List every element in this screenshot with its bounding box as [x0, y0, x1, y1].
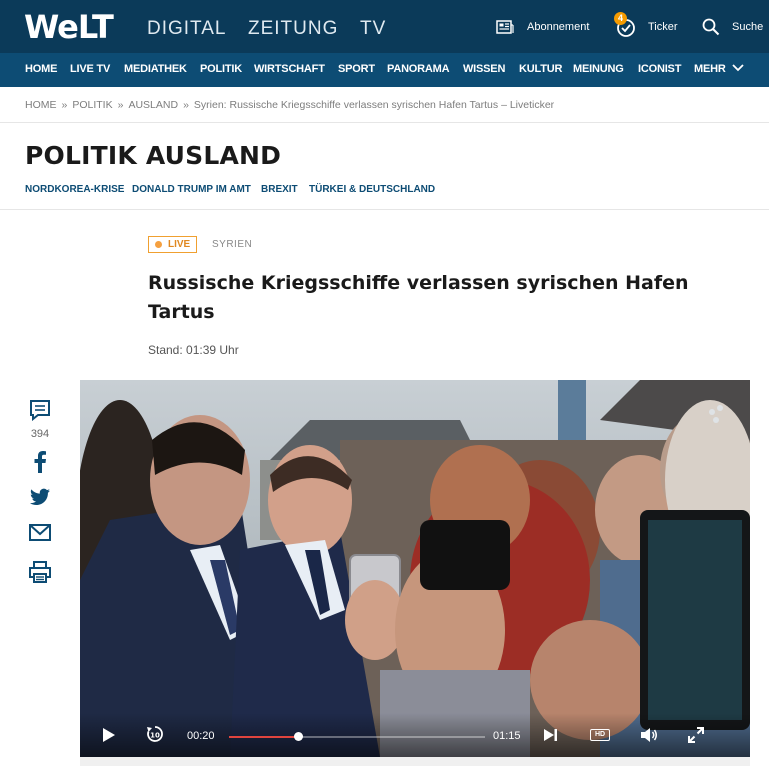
video-controls: 10 00:20 01:15 HD [80, 713, 750, 757]
current-time: 00:20 [187, 730, 215, 742]
mainnav-meinung[interactable]: MEINUNG [573, 63, 624, 75]
mainnav-sport[interactable]: SPORT [338, 63, 375, 75]
article-headline: Russische Kriegsschiffe verlassen syrisc… [148, 272, 689, 323]
video-frame-image [80, 380, 750, 757]
breadcrumb-politik[interactable]: POLITIK [72, 99, 112, 111]
article-timestamp: Stand: 01:39 Uhr [148, 343, 239, 357]
share-twitter-button[interactable] [27, 488, 53, 511]
next-icon[interactable] [543, 728, 558, 747]
breadcrumb-current: Syrien: Russische Kriegsschiffe verlasse… [193, 99, 555, 111]
section-title: POLITIK AUSLAND [25, 141, 282, 170]
breadcrumb: HOME» POLITIK» AUSLAND» Syrien: Russische K… [25, 99, 555, 111]
mainnav-politik[interactable]: POLITIK [200, 63, 242, 75]
progress-fill [229, 736, 299, 738]
twitter-icon [30, 488, 50, 511]
mainnav-wissen[interactable]: WISSEN [463, 63, 505, 75]
topic-label[interactable]: SYRIEN [212, 239, 252, 250]
mainnav-mediathek[interactable]: MEDIATHEK [124, 63, 187, 75]
divider [0, 209, 769, 210]
fullscreen-icon[interactable] [688, 727, 704, 748]
welt-logo[interactable]: WeLT [24, 8, 114, 46]
hd-toggle[interactable]: HD [590, 729, 610, 741]
live-label: LIVE [168, 239, 191, 250]
divider [0, 122, 769, 123]
page-bottom-strip [80, 757, 750, 766]
search-icon [702, 18, 720, 36]
ticker-badge: 4 [614, 12, 627, 25]
nav-zeitung[interactable]: ZEITUNG [248, 18, 338, 40]
duration: 01:15 [493, 730, 521, 742]
share-facebook-button[interactable] [27, 451, 53, 478]
subnav-brexit[interactable]: BREXIT [261, 184, 298, 195]
search-link[interactable]: Suche [702, 14, 763, 40]
subnav-nordkorea[interactable]: NORDKOREA-KRISE [25, 184, 124, 195]
live-dot-icon [155, 241, 162, 248]
print-button[interactable] [27, 561, 53, 588]
subnav-tuerkei[interactable]: TÜRKEI & DEUTSCHLAND [309, 184, 435, 195]
breadcrumb-home[interactable]: HOME [25, 99, 57, 111]
mainnav-iconist[interactable]: ICONIST [638, 63, 681, 75]
mainnav-mehr-label: MEHR [694, 63, 726, 75]
abonnement-link[interactable]: Abonnement [496, 14, 589, 40]
facebook-icon [33, 451, 47, 478]
subnav-trump[interactable]: DONALD TRUMP IM AMT [132, 184, 251, 195]
live-badge: LIVE [148, 236, 198, 253]
main-navigation: HOME LIVE TV MEDIATHEK POLITIK WIRTSCHAF… [0, 53, 769, 87]
comment-icon [29, 399, 51, 426]
mainnav-panorama[interactable]: PANORAMA [387, 63, 450, 75]
progress-handle[interactable] [293, 732, 303, 741]
comments-button[interactable]: 394 [27, 399, 53, 440]
nav-digital[interactable]: DIGITAL [147, 18, 227, 40]
newspaper-icon [496, 19, 514, 35]
ticker-link[interactable]: 4 Ticker [614, 12, 678, 40]
ticker-icon: 4 [614, 12, 636, 38]
nav-tv[interactable]: TV [360, 18, 386, 40]
abonnement-label: Abonnement [527, 21, 590, 33]
breadcrumb-ausland[interactable]: AUSLAND [128, 99, 178, 111]
mainnav-home[interactable]: HOME [25, 63, 57, 75]
mainnav-wirtschaft[interactable]: WIRTSCHAFT [254, 63, 325, 75]
mainnav-mehr[interactable]: MEHR [694, 63, 745, 75]
svg-text:10: 10 [150, 732, 160, 740]
play-icon[interactable] [102, 727, 116, 748]
comment-count: 394 [30, 428, 50, 440]
top-header: WeLT DIGITAL ZEITUNG TV Abonnement 4 Tic… [0, 0, 769, 53]
mainnav-live-tv[interactable]: LIVE TV [70, 63, 110, 75]
video-player[interactable]: 10 00:20 01:15 HD [80, 380, 750, 757]
ticker-label: Ticker [648, 21, 678, 33]
print-icon [29, 561, 51, 588]
chevron-down-icon [732, 63, 745, 75]
mail-icon [29, 524, 51, 546]
replay-10-icon[interactable]: 10 [146, 725, 164, 748]
share-mail-button[interactable] [27, 524, 53, 546]
search-label: Suche [732, 21, 764, 33]
mainnav-kultur[interactable]: KULTUR [519, 63, 562, 75]
volume-icon[interactable] [640, 727, 658, 748]
progress-bar[interactable] [229, 732, 485, 741]
